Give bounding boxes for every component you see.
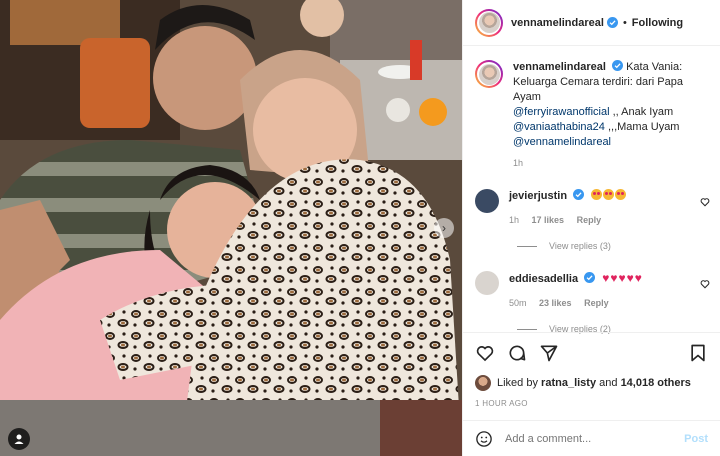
mention-link[interactable]: @vaniaathabina24: [513, 121, 605, 133]
comment-emojis: [591, 189, 627, 202]
comment-time: 1h: [509, 215, 520, 225]
photo-illustration: [0, 0, 462, 456]
comment-item: jevierjustin 1h 17 likes Reply: [463, 189, 720, 227]
comment-item: eddiesadellia ♥♥♥♥♥ 50m 23 likes Reply: [463, 271, 720, 310]
comment-bubble-icon[interactable]: [507, 343, 527, 363]
carousel-next-icon[interactable]: ›: [434, 218, 454, 238]
add-comment-bar: Post: [463, 420, 720, 456]
caption-avatar[interactable]: [475, 60, 503, 88]
reply-button[interactable]: Reply: [584, 298, 609, 308]
comment-time: 50m: [509, 298, 527, 308]
caption-time: 1h: [513, 158, 524, 168]
view-replies-label[interactable]: View replies (3): [549, 241, 611, 251]
author-username[interactable]: vennamelindareal: [511, 17, 604, 29]
verified-badge-icon: [606, 17, 618, 28]
post-caption: vennamelindareal Kata Vania: Keluarga Ce…: [463, 46, 720, 171]
like-heart-icon[interactable]: [475, 343, 495, 363]
liker-avatar[interactable]: [475, 375, 491, 391]
header-separator: •: [622, 16, 627, 29]
comment-input[interactable]: [505, 432, 685, 445]
author-avatar[interactable]: [475, 8, 503, 37]
like-comment-heart-icon[interactable]: [700, 197, 710, 207]
commenter-username[interactable]: jevierjustin: [509, 190, 567, 202]
emoji-smiley-icon[interactable]: [475, 430, 493, 448]
likes-prefix: Liked by: [497, 377, 538, 389]
share-send-icon[interactable]: [539, 343, 559, 363]
comment-emojis: ♥♥♥♥♥: [602, 271, 642, 285]
following-button[interactable]: Following: [632, 17, 683, 29]
like-comment-heart-icon[interactable]: [700, 279, 710, 289]
post-actions: Liked by ratna_listy and 14,018 others 1…: [463, 332, 720, 408]
verified-badge-icon: [573, 189, 585, 200]
commenter-avatar[interactable]: [475, 189, 499, 213]
caption-text: Keluarga Cemara terdiri: dari Papa Ayam: [513, 76, 683, 103]
caption-text: ,,,Mama Uyam: [604, 121, 680, 133]
tagged-users-icon[interactable]: [8, 428, 30, 450]
likes-summary: Liked by ratna_listy and 14,018 others: [475, 375, 708, 391]
verified-badge-icon: [612, 60, 623, 71]
liker-username[interactable]: ratna_listy: [541, 377, 596, 389]
verified-badge-icon: [584, 272, 596, 283]
mention-link[interactable]: @ferryirawanofficial: [513, 106, 610, 118]
caption-text: ,, Anak Iyam: [609, 106, 674, 118]
post-photo[interactable]: ›: [0, 0, 462, 456]
post-header: vennamelindareal • Following: [463, 0, 720, 46]
likes-middle: and: [599, 377, 618, 389]
post-side-panel: vennamelindareal • Following vennamelind…: [462, 0, 720, 456]
post-comment-button[interactable]: Post: [684, 433, 708, 445]
commenter-avatar[interactable]: [475, 271, 499, 295]
likes-others[interactable]: 14,018 others: [621, 377, 691, 389]
caption-text: Kata Vania:: [626, 61, 683, 73]
post-timestamp: 1 HOUR AGO: [475, 399, 528, 408]
comment-likes[interactable]: 17 likes: [532, 215, 565, 225]
caption-username[interactable]: vennamelindareal: [513, 61, 606, 73]
view-replies-toggle[interactable]: View replies (3): [517, 241, 720, 251]
save-bookmark-icon[interactable]: [688, 343, 708, 363]
mention-link[interactable]: @vennamelindareal: [513, 136, 611, 148]
commenter-username[interactable]: eddiesadellia: [509, 273, 578, 285]
comment-likes[interactable]: 23 likes: [539, 298, 572, 308]
reply-button[interactable]: Reply: [577, 215, 602, 225]
